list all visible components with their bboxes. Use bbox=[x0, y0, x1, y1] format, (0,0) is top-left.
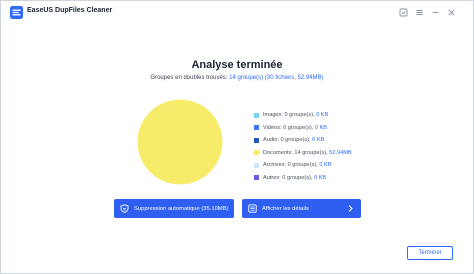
show-details-button[interactable]: Afficher les détails bbox=[242, 199, 361, 218]
list-icon bbox=[248, 204, 257, 213]
app-title: EaseUS DupFiles Cleaner bbox=[27, 7, 113, 14]
minimize-button[interactable] bbox=[430, 7, 441, 18]
legend-item-images: Images: 0 groupe(s), 0 KB bbox=[254, 109, 394, 121]
duplicates-pie-chart bbox=[137, 99, 223, 185]
legend-size: 0 KB bbox=[314, 124, 327, 131]
legend-swatch bbox=[254, 162, 259, 168]
legend-swatch bbox=[254, 175, 259, 180]
legend-item-autres: Autres: 0 groupe(s), 0 KB bbox=[254, 172, 394, 184]
legend-item-audio: Audio: 0 groupe(s), 0 KB bbox=[254, 134, 394, 146]
category-legend: Images: 0 groupe(s), 0 KB Vidéos: 0 group… bbox=[254, 109, 394, 184]
close-button[interactable] bbox=[446, 7, 457, 18]
legend-item-vidéos: Vidéos: 0 groupe(s), 0 KB bbox=[254, 122, 394, 134]
auto-remove-label: Suppression automatique (35.10MB) bbox=[134, 205, 229, 212]
legend-label: Documents: bbox=[263, 149, 293, 156]
legend-swatch bbox=[254, 112, 259, 118]
page-title: Analyse terminée bbox=[191, 59, 283, 71]
legend-size: 52.94MB bbox=[329, 149, 352, 156]
app-window: EaseUS DupFiles Cleaner Analyse terminée… bbox=[0, 0, 474, 274]
legend-item-archives: Archives: 0 groupe(s), 0 KB bbox=[254, 159, 394, 171]
scan-summary: Groupes en doubles trouvés: 14 groupe(s)… bbox=[1, 75, 473, 81]
summary-prefix: Groupes en doubles trouvés: bbox=[150, 75, 228, 81]
menu-icon bbox=[416, 10, 423, 15]
legend-size: 0 KB bbox=[316, 112, 329, 118]
legend-label: Archives: bbox=[263, 162, 287, 168]
minimize-icon bbox=[432, 12, 439, 13]
menu-button[interactable] bbox=[414, 7, 425, 18]
legend-groups: 0 groupe(s), bbox=[284, 112, 315, 118]
close-icon bbox=[448, 9, 455, 16]
legend-groups: 0 groupe(s), bbox=[282, 174, 313, 181]
legend-groups: 0 groupe(s), bbox=[283, 124, 314, 131]
legend-label: Images: bbox=[263, 112, 283, 118]
auto-remove-button[interactable]: Suppression automatique (35.10MB) bbox=[114, 199, 234, 218]
legend-label: Audio: bbox=[263, 137, 279, 143]
legend-size: 0 KB bbox=[314, 174, 327, 181]
finish-button[interactable]: Terminer bbox=[407, 246, 453, 260]
summary-groups: 14 groupe(s) bbox=[229, 75, 264, 81]
easeus-logo-icon bbox=[10, 6, 23, 19]
show-details-label: Afficher les détails bbox=[262, 205, 309, 212]
shield-broom-icon bbox=[120, 204, 129, 213]
legend-label: Autres: bbox=[263, 174, 281, 181]
legend-swatch bbox=[254, 150, 259, 155]
legend-groups: 14 groupe(s), bbox=[294, 149, 328, 156]
feedback-icon bbox=[399, 8, 408, 17]
pie-slice-documents bbox=[137, 99, 223, 185]
legend-size: 0 KB bbox=[312, 137, 325, 143]
legend-groups: 0 groupe(s), bbox=[280, 137, 311, 143]
legend-item-documents: Documents: 14 groupe(s), 52.94MB bbox=[254, 147, 394, 159]
legend-size: 0 KB bbox=[319, 162, 332, 168]
summary-detail: (30 fichiers, 52.94MB) bbox=[264, 75, 324, 81]
title-bar: EaseUS DupFiles Cleaner bbox=[1, 1, 473, 25]
legend-groups: 0 groupe(s), bbox=[287, 162, 318, 168]
legend-swatch bbox=[254, 125, 259, 130]
legend-label: Vidéos: bbox=[263, 124, 282, 131]
legend-swatch bbox=[254, 137, 259, 143]
feedback-button[interactable] bbox=[398, 7, 409, 18]
chevron-right-icon bbox=[348, 205, 353, 212]
